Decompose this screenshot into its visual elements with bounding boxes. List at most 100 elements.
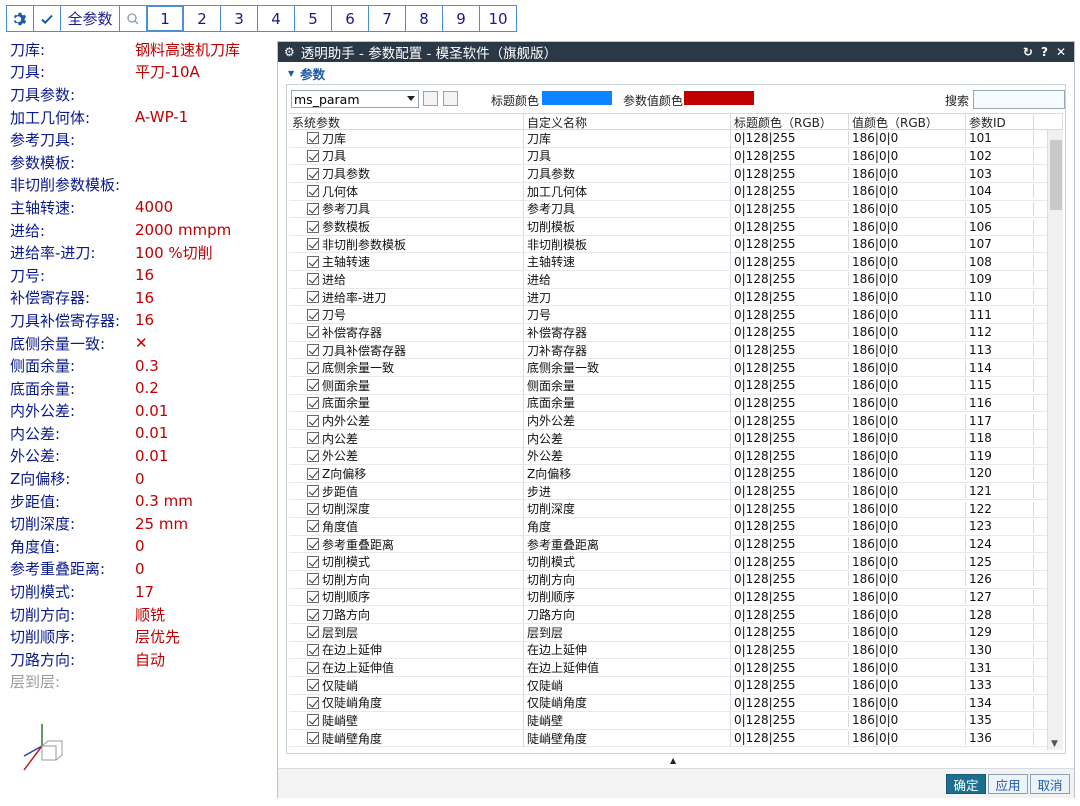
chevron-down-icon[interactable]: ▼ (1051, 739, 1058, 749)
table-cell[interactable]: 参考重叠距离 (524, 535, 731, 553)
table-row[interactable]: 非切削参数模板 非切削模板 0|128|255 186|0|0 107 (289, 235, 1063, 254)
table-cell[interactable]: 在边上延伸值 (289, 659, 524, 677)
table-cell[interactable]: 186|0|0 (849, 519, 966, 534)
collapse-arrow-icon[interactable]: ▲ (670, 756, 676, 765)
table-row[interactable]: 仅陡峭角度 仅陡峭角度 0|128|255 186|0|0 134 (289, 694, 1063, 713)
table-row[interactable]: 刀号 刀号 0|128|255 186|0|0 111 (289, 306, 1063, 325)
table-cell[interactable]: 仅陡峭角度 (524, 694, 731, 712)
row-checkbox[interactable] (307, 643, 319, 656)
table-cell[interactable]: 陡峭壁角度 (289, 729, 524, 747)
table-row[interactable]: 内公差 内公差 0|128|255 186|0|0 118 (289, 429, 1063, 448)
row-checkbox[interactable] (307, 679, 319, 692)
row-checkbox[interactable] (307, 396, 319, 409)
table-row[interactable]: 内外公差 内外公差 0|128|255 186|0|0 117 (289, 412, 1063, 430)
table-cell[interactable]: 底侧余量一致 (289, 359, 524, 377)
table-cell[interactable]: 0|128|255 (731, 272, 849, 287)
table-cell[interactable]: 层到层 (289, 623, 524, 641)
table-row[interactable]: 参数模板 切削模板 0|128|255 186|0|0 106 (289, 218, 1063, 236)
table-cell[interactable]: 186|0|0 (849, 660, 966, 675)
title-color-swatch[interactable] (542, 91, 612, 105)
table-cell[interactable]: 0|128|255 (731, 307, 849, 322)
section-header[interactable]: ▼ 参数 (278, 62, 1074, 84)
table-cell[interactable]: 补偿寄存器 (289, 323, 524, 341)
close-icon[interactable]: ✕ (1056, 45, 1066, 59)
table-cell[interactable]: 105 (966, 201, 1034, 216)
table-cell[interactable]: 非切削参数模板 (289, 235, 524, 253)
table-cell[interactable]: 几何体 (289, 182, 524, 200)
table-cell[interactable]: 0|128|255 (731, 554, 849, 569)
table-cell[interactable]: 0|128|255 (731, 378, 849, 393)
table-cell[interactable]: 186|0|0 (849, 272, 966, 287)
table-cell[interactable]: 0|128|255 (731, 519, 849, 534)
table-cell[interactable]: 刀库 (289, 129, 524, 147)
table-cell[interactable]: 122 (966, 501, 1034, 516)
page-button-2[interactable]: 2 (183, 5, 221, 32)
table-cell[interactable]: 刀具补偿寄存器 (289, 341, 524, 359)
row-checkbox[interactable] (307, 238, 319, 251)
table-cell[interactable]: 刀具 (289, 147, 524, 165)
table-cell[interactable]: 114 (966, 360, 1034, 375)
table-cell[interactable]: 133 (966, 678, 1034, 693)
table-row[interactable]: 刀库 刀库 0|128|255 186|0|0 101 (289, 129, 1063, 148)
table-cell[interactable]: 参考刀具 (524, 200, 731, 218)
table-cell[interactable]: 底面余量 (524, 394, 731, 412)
table-cell[interactable]: 186|0|0 (849, 501, 966, 516)
table-cell[interactable]: 内公差 (524, 429, 731, 447)
table-cell[interactable]: 186|0|0 (849, 395, 966, 410)
table-cell[interactable]: 陡峭壁角度 (524, 729, 731, 747)
table-cell[interactable]: 186|0|0 (849, 431, 966, 446)
row-checkbox[interactable] (307, 432, 319, 445)
table-cell[interactable]: 131 (966, 660, 1034, 675)
table-cell[interactable]: 刀具参数 (289, 165, 524, 183)
table-cell[interactable]: 0|128|255 (731, 484, 849, 499)
row-checkbox[interactable] (307, 291, 319, 304)
table-cell[interactable]: 切削方向 (289, 570, 524, 588)
table-cell[interactable]: 186|0|0 (849, 466, 966, 481)
table-cell[interactable]: 步距值 (289, 482, 524, 500)
column-header[interactable]: 标题颜色（RGB） (731, 114, 849, 129)
dialog-titlebar[interactable]: ⚙ 透明助手 - 参数配置 - 模圣软件（旗舰版） ↻ ? ✕ (278, 42, 1074, 62)
help-icon[interactable]: ? (1041, 45, 1048, 59)
row-checkbox[interactable] (307, 732, 319, 745)
search-icon[interactable] (119, 5, 147, 32)
table-cell[interactable]: 陡峭壁 (289, 711, 524, 729)
table-cell[interactable]: 186|0|0 (849, 254, 966, 269)
table-cell[interactable]: 侧面余量 (289, 376, 524, 394)
table-cell[interactable]: 补偿寄存器 (524, 323, 731, 341)
table-cell[interactable]: 186|0|0 (849, 201, 966, 216)
table-cell[interactable]: 127 (966, 589, 1034, 604)
row-checkbox[interactable] (307, 626, 319, 639)
row-checkbox[interactable] (307, 220, 319, 233)
table-cell[interactable]: 186|0|0 (849, 378, 966, 393)
table-row[interactable]: 外公差 外公差 0|128|255 186|0|0 119 (289, 447, 1063, 466)
table-cell[interactable]: 136 (966, 731, 1034, 746)
table-cell[interactable]: 121 (966, 484, 1034, 499)
table-cell[interactable]: 129 (966, 625, 1034, 640)
table-cell[interactable]: 主轴转速 (289, 253, 524, 271)
table-cell[interactable]: 0|128|255 (731, 413, 849, 428)
table-cell[interactable]: 进给 (289, 270, 524, 288)
export-icon[interactable] (443, 91, 458, 106)
table-cell[interactable]: Z向偏移 (289, 465, 524, 482)
table-cell[interactable]: 0|128|255 (731, 695, 849, 710)
table-cell[interactable]: 110 (966, 290, 1034, 305)
table-cell[interactable]: 0|128|255 (731, 201, 849, 216)
table-row[interactable]: 角度值 角度 0|128|255 186|0|0 123 (289, 517, 1063, 536)
table-cell[interactable]: 186|0|0 (849, 554, 966, 569)
table-cell[interactable]: 0|128|255 (731, 713, 849, 728)
template-select[interactable]: ms_param (291, 90, 419, 108)
table-row[interactable]: 补偿寄存器 补偿寄存器 0|128|255 186|0|0 112 (289, 323, 1063, 342)
table-row[interactable]: 主轴转速 主轴转速 0|128|255 186|0|0 108 (289, 253, 1063, 272)
table-cell[interactable]: 进给率-进刀 (289, 288, 524, 306)
row-checkbox[interactable] (307, 344, 319, 357)
table-row[interactable]: 切削方向 切削方向 0|128|255 186|0|0 126 (289, 570, 1063, 589)
table-cell[interactable]: 186|0|0 (849, 589, 966, 604)
check-icon[interactable] (33, 5, 61, 32)
table-cell[interactable]: 切削模式 (289, 553, 524, 571)
save-icon[interactable] (423, 91, 438, 106)
table-cell[interactable]: 101 (966, 131, 1034, 146)
row-checkbox[interactable] (307, 502, 319, 515)
table-cell[interactable]: 112 (966, 325, 1034, 340)
page-button-1[interactable]: 1 (146, 5, 184, 32)
table-cell[interactable]: 0|128|255 (731, 148, 849, 163)
